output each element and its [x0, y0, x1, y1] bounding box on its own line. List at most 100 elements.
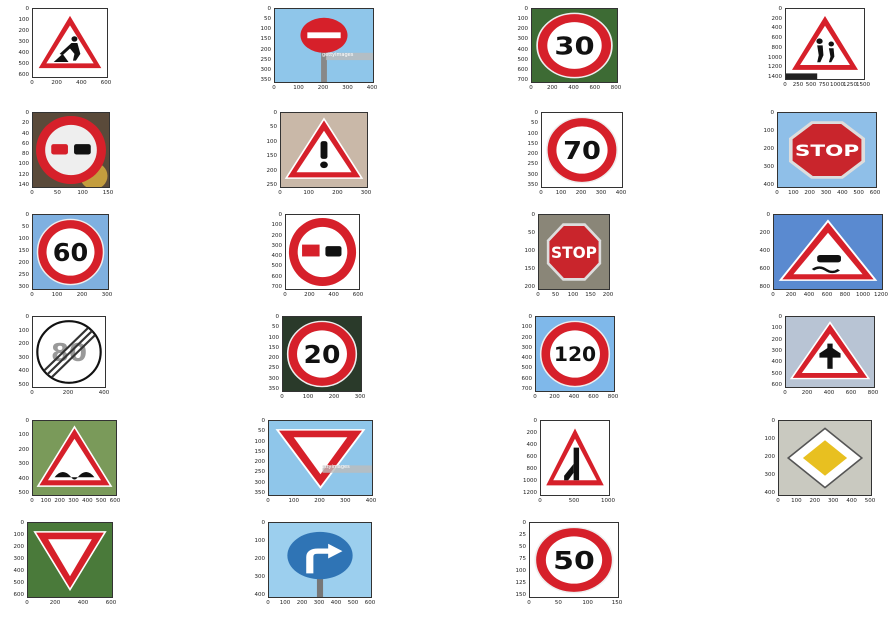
y-tick-label: 600 — [526, 454, 538, 460]
y-tick-label: 350 — [268, 386, 280, 392]
x-tick-label: 50 — [554, 600, 562, 606]
y-tick-label: 300 — [764, 472, 776, 478]
y-tick-label: 100 — [254, 538, 266, 544]
y-tick-label: 600 — [771, 35, 783, 42]
y-tick-label: 1000 — [768, 54, 782, 61]
y-tick-label: 300 — [18, 461, 30, 468]
y-tick-label: 150 — [515, 592, 527, 598]
y-tick-label: 400 — [764, 490, 776, 496]
y-tick-label: 500 — [521, 365, 533, 372]
y-tick-label: 100 — [521, 324, 533, 331]
y-tick-label: 400 — [517, 46, 529, 53]
y-tick-label: 300 — [521, 344, 533, 351]
x-tick-label: 300 — [101, 292, 113, 298]
y-tick-label: 150 — [254, 448, 266, 455]
y-tick-label: 300 — [271, 242, 283, 249]
y-tick-label: 0 — [25, 212, 30, 218]
y-tick-label: 0 — [273, 110, 278, 116]
y-tick-label: 100 — [763, 128, 775, 134]
y-tick-label: 50 — [264, 16, 271, 23]
x-tick-label: 200 — [602, 292, 614, 298]
y-tick-label: 800 — [771, 44, 783, 51]
y-tick-label: 400 — [759, 248, 771, 254]
y-tick-label: 1000 — [523, 478, 537, 484]
speed-limit-120-sign: 120 — [535, 316, 615, 392]
y-tick-label: 600 — [271, 273, 283, 280]
y-tick-label: 200 — [271, 232, 283, 239]
y-tick-label: 500 — [771, 370, 783, 377]
svg-text:STOP: STOP — [551, 243, 597, 263]
y-tick-label: 200 — [254, 556, 266, 562]
y-tick-label: 200 — [521, 334, 533, 341]
y-tick-label: 200 — [254, 459, 266, 466]
y-tick-label: 0 — [261, 418, 266, 424]
y-tick-label: 120 — [18, 171, 30, 178]
y-tick-label: 0 — [524, 6, 529, 12]
y-tick-label: 150 — [527, 140, 539, 147]
y-tick-label: 400 — [18, 368, 30, 375]
y-tick-label: 0 — [778, 314, 783, 320]
y-tick-label: 400 — [526, 442, 538, 448]
x-tick-label: 150 — [102, 190, 114, 196]
y-tick-label: 250 — [268, 365, 280, 372]
y-tick-label: 100 — [517, 16, 529, 23]
y-tick-label: 50 — [22, 224, 29, 230]
y-tick-label: 500 — [517, 56, 529, 63]
y-tick-label: 100 — [13, 532, 25, 538]
x-tick-label: 0 — [278, 190, 282, 196]
y-tick-label: 600 — [18, 72, 30, 78]
y-tick-label: 50 — [270, 124, 277, 131]
y-tick-label: 0 — [778, 6, 783, 12]
y-tick-label: 400 — [271, 253, 283, 260]
x-tick-label: 300 — [360, 190, 372, 196]
y-tick-label: 50 — [519, 544, 526, 550]
y-tick-label: 100 — [18, 236, 30, 242]
y-tick-label: 50 — [272, 324, 279, 331]
y-tick-label: 600 — [517, 66, 529, 73]
y-tick-label: 0 — [534, 110, 539, 116]
y-tick-label: 100 — [771, 325, 783, 332]
right-of-way-sign — [785, 316, 875, 388]
y-tick-label: 150 — [524, 266, 536, 272]
y-tick-label: 700 — [521, 386, 533, 392]
y-tick-label: 400 — [771, 25, 783, 32]
watermark-text: gettyimages — [318, 464, 350, 471]
y-tick-label: 300 — [13, 556, 25, 562]
y-tick-label: 0 — [25, 314, 30, 320]
x-tick-label: 400 — [98, 390, 110, 396]
y-tick-label: 0 — [528, 314, 533, 320]
x-tick-label: 0 — [30, 390, 34, 396]
y-tick-label: 400 — [18, 50, 30, 56]
y-tick-label: 100 — [266, 138, 278, 145]
y-tick-label: 300 — [18, 284, 30, 290]
y-tick-label: 100 — [18, 17, 30, 23]
y-tick-label: 200 — [764, 454, 776, 460]
y-tick-label: 0 — [267, 6, 272, 12]
yield-sign-trees — [27, 522, 113, 598]
x-tick-label: 600 — [100, 80, 112, 86]
general-caution-sign — [280, 112, 368, 188]
x-tick-label: 800 — [607, 394, 619, 400]
svg-text:60: 60 — [53, 237, 88, 267]
y-tick-label: 0 — [770, 110, 775, 116]
y-tick-label: 80 — [22, 151, 29, 158]
y-tick-label: 500 — [18, 382, 30, 388]
y-tick-label: 200 — [524, 284, 536, 290]
y-tick-label: 100 — [271, 222, 283, 229]
x-tick-label: 600 — [109, 498, 121, 504]
y-tick-label: 600 — [521, 375, 533, 382]
y-tick-label: 350 — [260, 77, 272, 83]
children-crossing-sign — [785, 8, 865, 80]
y-tick-label: 100 — [764, 436, 776, 442]
road-works-sign — [32, 8, 108, 78]
y-tick-label: 0 — [278, 212, 283, 218]
x-tick-label: 600 — [105, 600, 117, 606]
merging-traffic-sign — [540, 420, 610, 496]
y-tick-label: 150 — [18, 248, 30, 254]
y-tick-label: 200 — [763, 146, 775, 152]
y-tick-label: 25 — [519, 532, 526, 538]
y-tick-label: 0 — [771, 418, 776, 424]
x-tick-label: 200 — [49, 600, 61, 606]
speed-limit-50-sign: 50 — [529, 522, 619, 598]
end-speed-limit-80-sign: 80 — [32, 316, 106, 388]
